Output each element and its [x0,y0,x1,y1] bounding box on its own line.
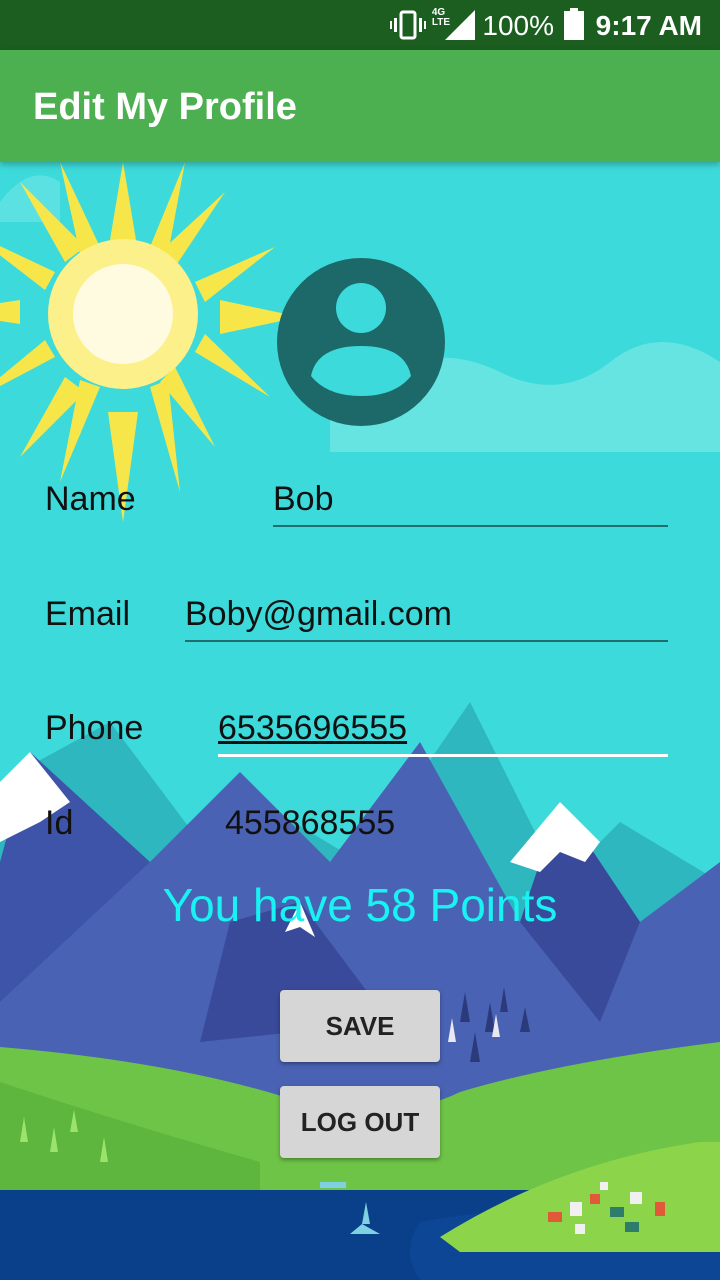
email-field[interactable]: Boby@gmail.com [185,595,668,642]
logout-button[interactable]: LOG OUT [280,1086,440,1158]
vibrate-icon [390,10,426,40]
name-label: Name [45,480,136,518]
save-button[interactable]: SAVE [280,990,440,1062]
name-field-value: Bob [273,480,334,518]
phone-label: Phone [45,709,144,747]
points-text: You have 58 Points [162,879,558,931]
app-bar: Edit My Profile [0,50,720,162]
battery-percent: 100% [482,10,554,41]
name-field[interactable]: Bob [273,480,668,527]
page-title: Edit My Profile [33,86,297,128]
clock: 9:17 AM [595,10,702,41]
email-label: Email [45,595,131,633]
phone-field-value: 6535696555 [218,709,408,747]
id-label: Id [45,804,74,842]
id-value: 455868555 [225,804,396,842]
status-bar: 4G LTE 100% 9:17 AM [0,0,720,50]
battery-icon [564,8,584,40]
email-field-value: Boby@gmail.com [185,595,452,633]
signal-icon [445,10,475,40]
phone-field[interactable]: 6535696555 [218,709,668,757]
profile-avatar-icon[interactable] [277,258,445,426]
